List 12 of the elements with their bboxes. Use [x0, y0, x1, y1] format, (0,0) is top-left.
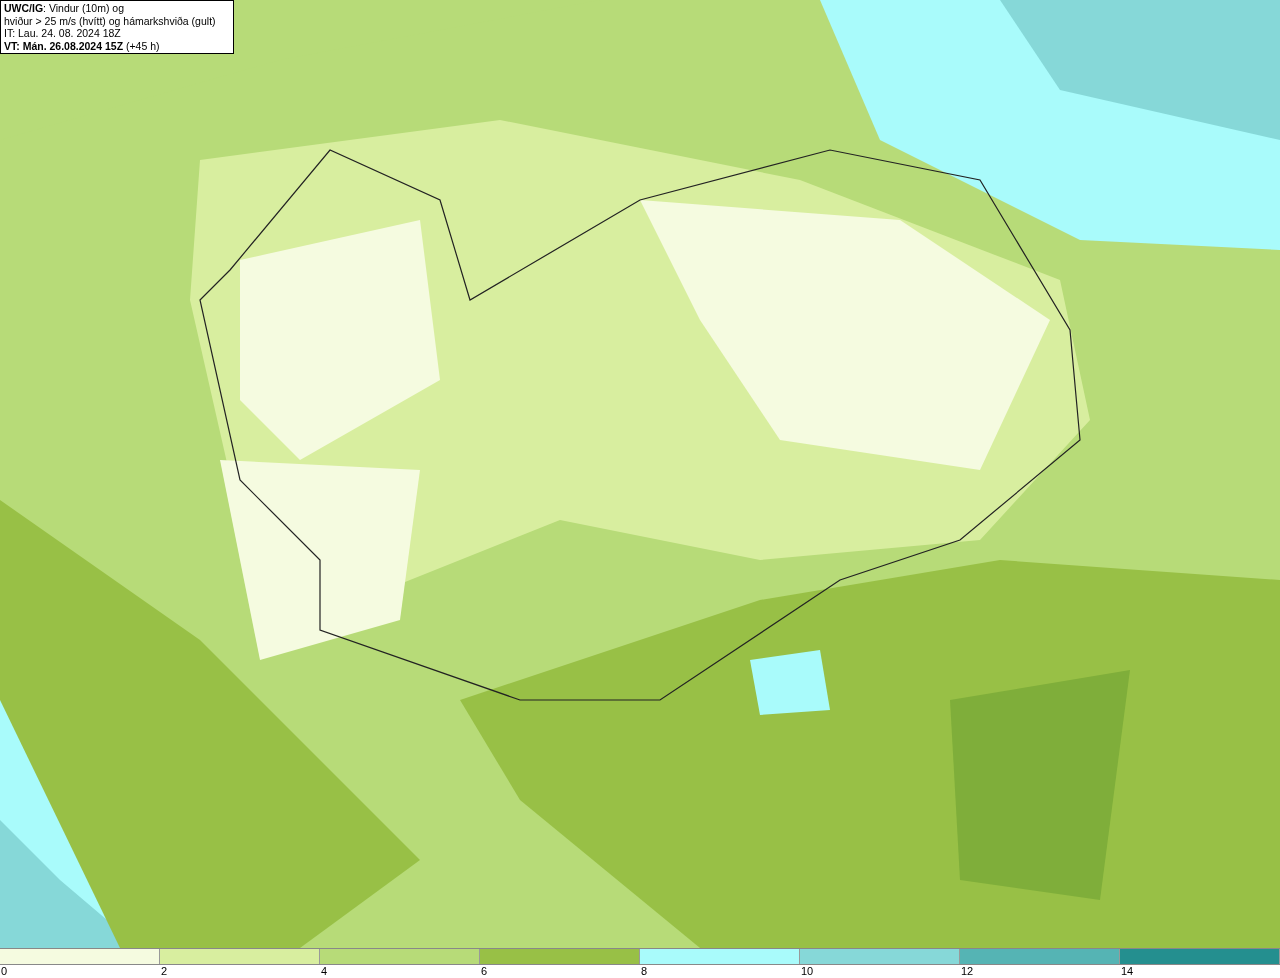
- tick-label: 4: [320, 965, 328, 977]
- tick-label: 0: [0, 965, 8, 977]
- tick-label: 8: [640, 965, 648, 977]
- tick-label: 12: [960, 965, 974, 977]
- tick-label: 10: [800, 965, 814, 977]
- legend-text: IT: Lau. 24. 08. 2024 18Z: [4, 27, 122, 40]
- legend-text: hviður > 25 m/s (hvítt) og hámarkshviða (gult): [4, 14, 217, 27]
- tick-label: 6: [480, 965, 488, 977]
- legend-text: UWC/IG: Vindur (10m) og: [4, 2, 125, 15]
- legend-text: VT: Mán. 26.08.2024 15Z (+45 h): [4, 39, 161, 52]
- tick-label: 2: [160, 965, 168, 977]
- tick-label: 14: [1120, 965, 1134, 977]
